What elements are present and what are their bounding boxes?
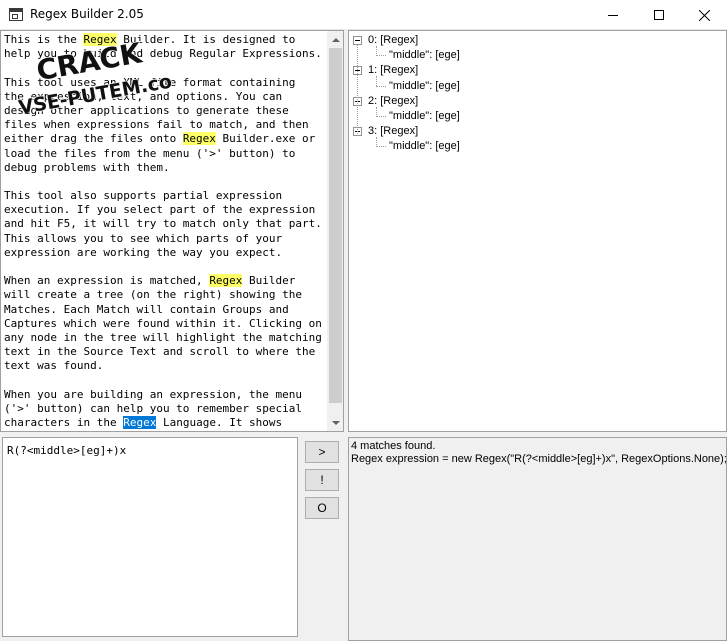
source-line: This allows you to see which parts of yo… xyxy=(4,232,329,246)
source-line: When an expression is matched, Regex Bui… xyxy=(4,274,329,288)
source-segment: This allows you to see which parts of yo… xyxy=(4,231,283,245)
source-line: text in the Source Text and scroll to wh… xyxy=(4,345,329,359)
expression-input[interactable]: R(?<middle>[eg]+)x xyxy=(2,437,298,637)
source-segment: characters in the xyxy=(4,416,124,430)
source-segment: and hit F5, it will try to match only th… xyxy=(4,217,322,231)
source-line: Matches. Each Match will contain Groups … xyxy=(4,303,329,317)
source-segment: Builder xyxy=(242,274,296,288)
title-bar: Regex Builder 2.05 xyxy=(0,0,727,30)
source-segment: any node in the tree will highlight the … xyxy=(4,330,322,344)
source-line: expression are working the way you expec… xyxy=(4,246,329,260)
source-segment: Language. It shows xyxy=(156,416,283,430)
window-title: Regex Builder 2.05 xyxy=(30,7,144,21)
close-icon xyxy=(698,9,710,21)
source-line: characters in the Regex Language. It sho… xyxy=(4,416,329,430)
match-count: 4 matches found. xyxy=(351,440,436,452)
match-tree[interactable]: 0: [Regex] "middle": [ege] 1: [Regex] "midd… xyxy=(348,30,727,432)
source-segment: load the files from the menu ('>' button… xyxy=(4,146,296,160)
source-segment: will create a tree (on the right) showin… xyxy=(4,288,303,302)
tree-connector xyxy=(376,146,386,148)
minimize-button[interactable] xyxy=(590,0,636,30)
scroll-thumb[interactable] xyxy=(329,48,342,403)
arrow-down-icon xyxy=(331,420,340,425)
source-segment: Matches. Each Match will contain Groups … xyxy=(4,302,289,316)
source-line: will create a tree (on the right) showin… xyxy=(4,288,329,302)
source-segment: When you are building an expression, the… xyxy=(4,387,303,401)
close-button[interactable] xyxy=(681,0,727,30)
source-segment: This tool also supports partial expressi… xyxy=(4,189,283,203)
source-line: text was found. xyxy=(4,359,329,373)
source-segment: This is the xyxy=(4,33,84,46)
source-line xyxy=(4,61,329,75)
source-line: and hit F5, it will try to match only th… xyxy=(4,217,329,231)
source-segment: the expression, text, and options. You c… xyxy=(4,89,283,103)
selected-text: Regex xyxy=(123,416,157,430)
source-line: either drag the files onto Regex Builder… xyxy=(4,132,329,146)
generated-code: Regex expression = new Regex("R(?<middle… xyxy=(351,452,727,465)
source-scrollbar[interactable] xyxy=(327,31,343,431)
source-line xyxy=(4,260,329,274)
collapse-icon[interactable] xyxy=(353,36,362,45)
source-line: execution. If you select part of the exp… xyxy=(4,203,329,217)
source-line: any node in the tree will highlight the … xyxy=(4,331,329,345)
scroll-down-button[interactable] xyxy=(327,414,343,431)
tree-node-group[interactable]: "middle": [ege] xyxy=(389,109,460,124)
source-line: design other applications to generate th… xyxy=(4,104,329,118)
tree-connector xyxy=(357,45,358,137)
source-segment: execution. If you select part of the exp… xyxy=(4,203,316,217)
source-segment: ('>' button) can help you to remember sp… xyxy=(4,401,303,415)
tree-connector xyxy=(376,85,386,87)
source-segment: help you to build and debug Regular Expr… xyxy=(4,47,322,61)
source-line: When you are building an expression, the… xyxy=(4,388,329,402)
source-segment: Builder. It is designed to xyxy=(116,33,296,46)
app-icon xyxy=(9,8,23,21)
tree-node-group[interactable]: "middle": [ege] xyxy=(389,139,460,154)
source-segment: debug problems with them. xyxy=(4,160,170,174)
source-text-panel[interactable]: This is the Regex Builder. It is designe… xyxy=(0,30,344,432)
source-line: the expression, text, and options. You c… xyxy=(4,90,329,104)
source-line: debug problems with them. xyxy=(4,161,329,175)
source-segment: expression are working the way you expec… xyxy=(4,245,283,259)
minimize-icon xyxy=(608,14,618,16)
source-segment: text in the Source Text and scroll to wh… xyxy=(4,345,316,359)
source-segment: Captures which were found within it. Cli… xyxy=(4,316,322,330)
source-line xyxy=(4,374,329,388)
source-segment: When an expression is matched, xyxy=(4,274,210,288)
maximize-button[interactable] xyxy=(636,0,682,30)
source-line: This is the Regex Builder. It is designe… xyxy=(4,33,329,47)
source-segment: text was found. xyxy=(4,359,104,373)
source-line: help you to build and debug Regular Expr… xyxy=(4,47,329,61)
source-line: Captures which were found within it. Cli… xyxy=(4,317,329,331)
source-line: ('>' button) can help you to remember sp… xyxy=(4,402,329,416)
maximize-icon xyxy=(654,10,664,20)
source-line: load the files from the menu ('>' button… xyxy=(4,147,329,161)
source-line: This tool uses an XML file format contai… xyxy=(4,76,329,90)
source-line: files when expressions fail to match, an… xyxy=(4,118,329,132)
options-button[interactable]: O xyxy=(305,497,339,519)
expression-text[interactable]: R(?<middle>[eg]+)x xyxy=(7,444,126,457)
tree-connector xyxy=(376,116,386,117)
tree-connector xyxy=(376,55,386,57)
source-segment: Builder.exe or xyxy=(215,132,316,146)
tree-node-group[interactable]: "middle": [ege] xyxy=(389,79,460,94)
source-segment: either drag the files onto xyxy=(4,132,183,146)
tree-node-group[interactable]: "middle": [ege] xyxy=(389,48,460,63)
regex-highlight: Regex xyxy=(182,132,216,146)
result-panel[interactable]: 4 matches found. Regex expression = new … xyxy=(348,437,727,641)
source-segment: This tool uses an XML file format contai… xyxy=(4,75,296,89)
source-line xyxy=(4,175,329,189)
arrow-up-icon xyxy=(331,37,340,42)
horizontal-splitter[interactable] xyxy=(0,432,727,436)
source-segment: files when expressions fail to match, an… xyxy=(4,118,309,132)
scroll-up-button[interactable] xyxy=(327,31,343,48)
source-segment: design other applications to generate th… xyxy=(4,103,289,117)
source-line: This tool also supports partial expressi… xyxy=(4,189,329,203)
source-text[interactable]: This is the Regex Builder. It is designe… xyxy=(4,33,329,430)
partial-execute-button[interactable]: ! xyxy=(305,469,339,491)
regex-highlight: Regex xyxy=(83,33,117,46)
run-button[interactable]: > xyxy=(305,441,339,463)
regex-highlight: Regex xyxy=(209,274,243,288)
result-text: 4 matches found. Regex expression = new … xyxy=(351,440,727,465)
